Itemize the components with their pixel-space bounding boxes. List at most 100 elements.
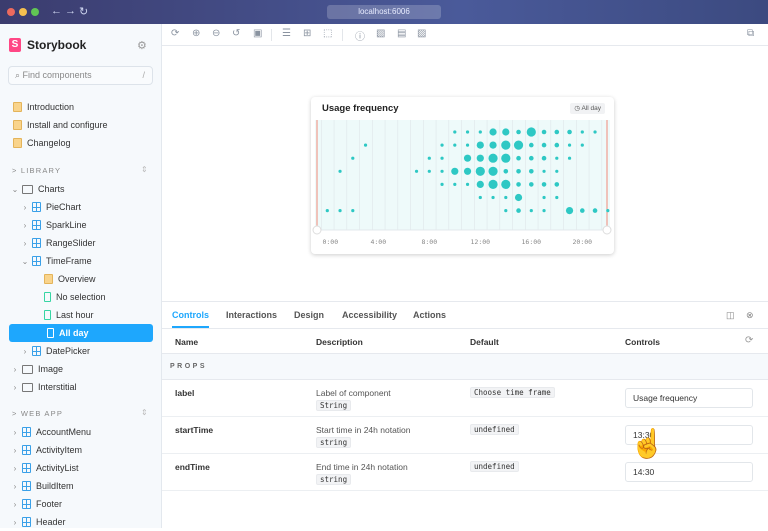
hand-cursor-icon: ☝ [630, 428, 665, 459]
section-web-app[interactable]: > WEB APP [12, 409, 63, 418]
sidebar-item-doc[interactable]: Introduction [0, 98, 162, 116]
maximize-window-button[interactable] [31, 8, 39, 16]
background-icon[interactable]: ▣ [253, 28, 262, 39]
prop-description: Label of component [316, 388, 391, 398]
usage-dot [593, 130, 597, 134]
usage-dot [503, 169, 509, 174]
tab-design[interactable]: Design [294, 310, 324, 320]
reset-controls-icon[interactable]: ⟳ [745, 335, 753, 346]
usage-dot [580, 143, 584, 147]
sidebar-item-component[interactable]: › ActivityList [0, 459, 162, 477]
sidebar-item-label: ActivityList [36, 463, 79, 473]
remount-icon[interactable]: ⟳ [171, 28, 179, 39]
sidebar-item-component[interactable]: › SparkLine [0, 216, 162, 234]
back-icon[interactable]: ← [51, 5, 62, 17]
minimize-window-button[interactable] [19, 8, 27, 16]
usage-dot [463, 154, 472, 162]
sidebar-item-component[interactable]: ⌄ TimeFrame [0, 252, 162, 270]
prop-type: string [316, 474, 352, 485]
props-section-header: PROPS [162, 354, 768, 380]
sidebar-item-component[interactable]: › BuildItem [0, 477, 162, 495]
usage-dot [592, 208, 598, 213]
column-description: Description [316, 337, 363, 347]
usage-dot [478, 195, 482, 200]
document-icon[interactable]: ▤ [397, 28, 406, 39]
zoom-reset-icon[interactable]: ↺ [232, 28, 240, 39]
section-library[interactable]: > LIBRARY [12, 166, 61, 175]
usage-dot [427, 169, 431, 173]
table-row: endTime End time in 24h notation string … [162, 454, 768, 491]
open-new-tab-icon[interactable]: ⧉ [747, 28, 754, 39]
zoom-out-icon[interactable]: ⊖ [212, 28, 220, 39]
usage-dot [451, 167, 459, 175]
component-icon [32, 220, 41, 230]
sidebar-item-doc[interactable]: Changelog [0, 134, 162, 152]
sidebar-item-component[interactable]: › DatePicker [0, 342, 162, 360]
sidebar-item-folder[interactable]: ⌄ Charts [0, 180, 162, 198]
usage-dot [476, 180, 484, 188]
range-start-handle[interactable] [312, 225, 322, 235]
search-input[interactable]: ⌕ Find components / [8, 66, 153, 85]
viewport-icon[interactable]: ☰ [282, 28, 291, 39]
column-name: Name [175, 337, 199, 347]
sidebar-item-folder[interactable]: › Interstitial [0, 378, 162, 396]
comment-icon[interactable]: ▨ [417, 28, 426, 39]
grid-icon[interactable]: ⊞ [303, 28, 311, 39]
range-end-handle[interactable] [602, 225, 612, 235]
usage-dot [465, 130, 470, 134]
sidebar-item-component[interactable]: › AccountMenu [0, 423, 162, 441]
usage-dot [542, 169, 546, 173]
sidebar-item-component[interactable]: › Header [0, 513, 162, 531]
info-icon[interactable]: ⓘ [355, 28, 365, 43]
usage-dot [541, 182, 547, 187]
usage-dot [580, 208, 585, 213]
outline-icon[interactable]: ⬚ [323, 28, 332, 39]
chevron-icon: › [13, 445, 17, 455]
url-bar[interactable]: localhost:6006 [327, 5, 441, 19]
settings-gear-icon[interactable]: ⚙ [137, 39, 147, 52]
endTime-control-input[interactable]: 14:30 [625, 462, 753, 482]
usage-dot [501, 179, 511, 189]
expand-collapse-icon[interactable]: ⇕ [141, 165, 148, 174]
close-panel-icon[interactable]: ⊗ [746, 310, 754, 321]
sidebar-item-component[interactable]: › ActivityItem [0, 441, 162, 459]
storybook-logo[interactable]: S Storybook [9, 38, 86, 52]
sidebar-item-folder[interactable]: › Image [0, 360, 162, 378]
prop-name: endTime [175, 462, 210, 472]
sidebar-item-doc[interactable]: Install and configure [0, 116, 162, 134]
usage-dot [453, 130, 457, 134]
sidebar-item-component[interactable]: › PieChart [0, 198, 162, 216]
usage-dot [514, 193, 523, 202]
tab-controls[interactable]: Controls [172, 310, 209, 328]
zoom-in-icon[interactable]: ⊕ [192, 28, 200, 39]
sidebar-item-story[interactable]: Last hour [0, 306, 162, 324]
image-icon[interactable]: ▧ [376, 28, 385, 39]
panel-orientation-icon[interactable]: ◫ [726, 310, 735, 321]
doc-icon [44, 274, 53, 284]
label-control-input[interactable]: Usage frequency [625, 388, 753, 408]
browser-titlebar: ← → ↻ localhost:6006 [0, 0, 768, 24]
chevron-icon: ⌄ [21, 256, 29, 266]
usage-dot [501, 140, 511, 150]
sidebar-item-component[interactable]: › RangeSlider [0, 234, 162, 252]
expand-collapse-icon[interactable]: ⇕ [141, 408, 148, 417]
sidebar-item-story[interactable]: All day [9, 324, 153, 342]
reload-icon[interactable]: ↻ [79, 5, 88, 18]
column-default: Default [470, 337, 499, 347]
sidebar-item-component[interactable]: › Footer [0, 495, 162, 513]
usage-dot [516, 155, 521, 161]
usage-dot [338, 209, 342, 213]
close-window-button[interactable] [7, 8, 15, 16]
x-tick-label: 0:00 [322, 238, 338, 246]
usage-dot [504, 209, 508, 213]
sidebar-item-story[interactable]: No selection [0, 288, 162, 306]
tab-interactions[interactable]: Interactions [226, 310, 277, 320]
tab-actions[interactable]: Actions [413, 310, 446, 320]
sidebar-item-doc[interactable]: Overview [0, 270, 162, 288]
sidebar-item-label: ActivityItem [36, 445, 83, 455]
tab-accessibility[interactable]: Accessibility [342, 310, 397, 320]
sidebar-item-label: Overview [58, 274, 96, 284]
usage-dot-chart[interactable]: 0:00 4:00 8:00 12:00 16:00 20:00 [311, 97, 614, 254]
forward-icon[interactable]: → [65, 5, 76, 17]
x-tick-label: 20:00 [573, 238, 593, 246]
